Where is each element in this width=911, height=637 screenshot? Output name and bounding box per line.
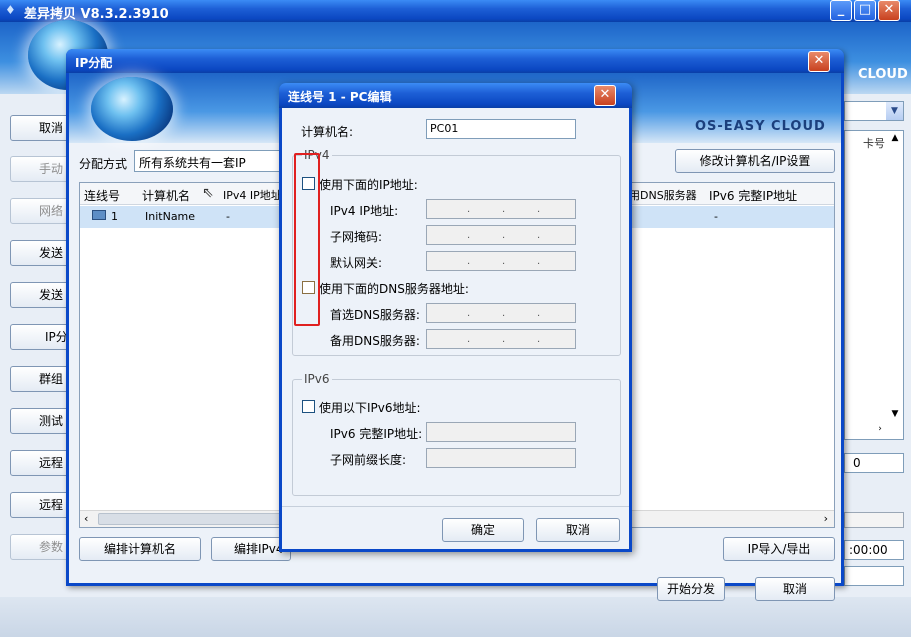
maximize-button[interactable]: □ xyxy=(854,0,876,21)
ip-dialog-titlebar: IP分配 ✕ xyxy=(66,49,844,73)
ip-dialog-close-button[interactable]: ✕ xyxy=(808,51,830,72)
use-dns-label: 使用下面的DNS服务器地址: xyxy=(319,282,469,296)
pc-dialog-close-button[interactable]: ✕ xyxy=(594,85,616,106)
gateway-input[interactable]: ... xyxy=(426,251,576,271)
scroll-left-icon[interactable]: ‹ xyxy=(84,512,88,525)
ok-button[interactable]: 确定 xyxy=(442,518,524,542)
ip-dialog-cancel-button[interactable]: 取消 xyxy=(755,577,835,601)
ipv6-full-input[interactable] xyxy=(426,422,576,442)
pc-cancel-button[interactable]: 取消 xyxy=(536,518,620,542)
edit-computer-name-button[interactable]: 编排计算机名 xyxy=(79,537,201,561)
main-right-progress xyxy=(844,512,904,528)
ip-dialog-logo: OS-EASY CLOUD xyxy=(695,119,826,134)
computer-name-input[interactable]: PC01 xyxy=(426,119,576,139)
use-ipv6-label: 使用以下IPv6地址: xyxy=(319,401,421,415)
scroll-right-icon[interactable]: › xyxy=(873,424,887,438)
ip-dialog-title: IP分配 xyxy=(75,56,113,70)
row-id: 1 xyxy=(111,210,118,223)
subnet-mask-label: 子网掩码: xyxy=(330,230,383,244)
start-distribute-button[interactable]: 开始分发 xyxy=(657,577,725,601)
main-btn-manual[interactable]: 手动 xyxy=(10,156,70,182)
minimize-button[interactable]: _ xyxy=(830,0,852,21)
close-button[interactable]: ✕ xyxy=(878,0,900,21)
col-line-no[interactable]: 连线号 xyxy=(84,187,120,204)
pc-edit-dialog: 连线号 1 - PC编辑 ✕ 计算机名: PC01 IPv4 使用下面的IP地址… xyxy=(279,83,632,552)
col-dns[interactable]: 用DNS服务器 xyxy=(629,187,697,203)
modify-name-ip-button[interactable]: 修改计算机名/IP设置 xyxy=(675,149,835,173)
row-ipv6: - xyxy=(714,210,718,223)
scroll-thumb[interactable] xyxy=(98,513,288,525)
mouse-cursor-icon: ⇖ xyxy=(202,185,214,201)
row-name: InitName xyxy=(145,210,196,223)
gateway-label: 默认网关: xyxy=(330,256,383,270)
assign-label: 分配方式 xyxy=(79,157,128,171)
main-right-list[interactable]: 卡号 ▲ ▼ › xyxy=(844,130,904,440)
col-computer-name[interactable]: 计算机名 xyxy=(142,187,190,204)
dns2-label: 备用DNS服务器: xyxy=(330,334,420,348)
main-right-time[interactable]: :00:00 xyxy=(844,540,904,560)
main-logo: CLOUD xyxy=(858,67,908,82)
subnet-mask-input[interactable]: ... xyxy=(426,225,576,245)
ip-dialog-globe xyxy=(91,77,173,141)
use-ip-label: 使用下面的IP地址: xyxy=(319,178,418,192)
pc-icon xyxy=(92,210,106,220)
computer-name-label: 计算机名: xyxy=(301,125,354,139)
use-ipv6-checkbox[interactable] xyxy=(302,400,315,413)
main-btn-cancel[interactable]: 取消 xyxy=(10,115,70,141)
pc-dialog-title: 连线号 1 - PC编辑 xyxy=(288,90,392,104)
col-ipv6[interactable]: IPv6 完整IP地址 xyxy=(709,187,797,204)
main-btn-network[interactable]: 网络 xyxy=(10,198,70,224)
main-btn-test[interactable]: 测试 xyxy=(10,408,70,434)
prefix-length-label: 子网前缀长度: xyxy=(330,453,407,467)
ip-import-export-button[interactable]: IP导入/导出 xyxy=(723,537,835,561)
main-btn-params[interactable]: 参数 xyxy=(10,534,70,560)
main-btn-remote-2[interactable]: 远程 xyxy=(10,492,70,518)
ipv4-address-label: IPv4 IP地址: xyxy=(330,204,399,218)
dns2-input[interactable]: ... xyxy=(426,329,576,349)
main-btn-send-1[interactable]: 发送 xyxy=(10,240,70,266)
footer-divider xyxy=(282,506,629,507)
main-btn-remote-1[interactable]: 远程 xyxy=(10,450,70,476)
main-titlebar: ♦ 差异拷贝 V8.3.2.3910 _ □ ✕ xyxy=(0,0,911,22)
scroll-down-icon[interactable]: ▼ xyxy=(888,409,902,423)
col-ipv4[interactable]: IPv4 IP地址 xyxy=(223,187,282,203)
pc-dialog-titlebar: 连线号 1 - PC编辑 ✕ xyxy=(279,83,632,108)
main-footer xyxy=(0,597,911,637)
scroll-up-icon[interactable]: ▲ xyxy=(888,133,902,147)
highlight-annotation xyxy=(294,153,320,326)
list-header-card: 卡号 xyxy=(863,137,885,150)
main-btn-ip[interactable]: IP分 xyxy=(10,324,70,350)
main-btn-send-2[interactable]: 发送 xyxy=(10,282,70,308)
main-right-select[interactable]: ▼ xyxy=(844,101,904,121)
main-title: 差异拷贝 V8.3.2.3910 xyxy=(24,7,169,22)
main-btn-group[interactable]: 群组 xyxy=(10,366,70,392)
ipv4-address-input[interactable]: ... xyxy=(426,199,576,219)
app-icon: ♦ xyxy=(5,3,16,17)
ipv6-group-title: IPv6 xyxy=(302,372,332,386)
row-ipv4: - xyxy=(226,210,230,223)
assign-select[interactable]: 所有系统共有一套IP xyxy=(134,150,294,172)
scroll-right-arrow-icon[interactable]: › xyxy=(824,512,828,525)
pc-dialog-client: 计算机名: PC01 IPv4 使用下面的IP地址: IPv4 IP地址: ..… xyxy=(282,108,629,549)
dns1-label: 首选DNS服务器: xyxy=(330,308,420,322)
main-right-field[interactable]: 0 xyxy=(844,453,904,473)
ipv6-full-label: IPv6 完整IP地址: xyxy=(330,427,423,441)
dns1-input[interactable]: ... xyxy=(426,303,576,323)
chevron-down-icon: ▼ xyxy=(886,102,903,120)
prefix-length-input[interactable] xyxy=(426,448,576,468)
main-right-field-2[interactable] xyxy=(844,566,904,586)
